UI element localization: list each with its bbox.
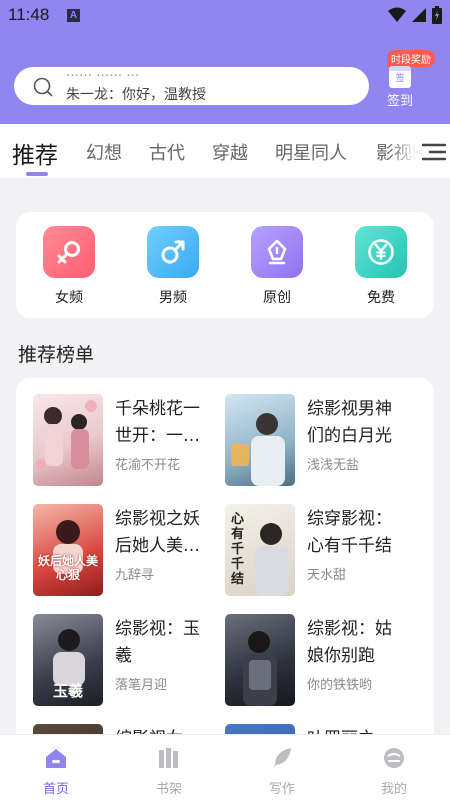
book-author: 落笔月迎: [115, 678, 168, 693]
category-female-label: 女频: [55, 290, 83, 306]
wifi-icon: [388, 7, 406, 22]
book-cover: 玉羲: [33, 614, 103, 706]
calendar-icon: 签: [389, 66, 411, 88]
cover-title-text: 妖后她人美心狠: [37, 554, 98, 582]
menu-icon[interactable]: [422, 141, 446, 163]
signin-label: 签到: [387, 94, 414, 109]
book-title: 千朵桃花一世开：一…: [115, 399, 200, 446]
category-original-label: 原创: [263, 290, 291, 306]
tab-fantasy[interactable]: 幻想: [86, 139, 122, 165]
nav-write[interactable]: 写作: [252, 747, 312, 797]
nav-profile[interactable]: 我的: [364, 747, 424, 797]
active-tab-indicator: [26, 172, 48, 176]
book-cover: 妖后她人美心狠: [33, 504, 103, 596]
tab-time-travel[interactable]: 穿越: [212, 139, 248, 165]
book-item[interactable]: 综影视男神们的白月光 浅浅无盐: [225, 394, 425, 488]
category-free-label: 免费: [367, 290, 395, 306]
bottom-nav: 首页 书架 写作 我的: [0, 734, 450, 801]
cover-title-text: 心有千千结: [231, 512, 245, 587]
book-cover: 心有千千结: [225, 504, 295, 596]
nav-home[interactable]: 首页: [26, 747, 86, 797]
category-original[interactable]: 原创: [251, 226, 303, 307]
category-female[interactable]: 女频: [43, 226, 95, 307]
header: …… …… … 朱一龙：你好，温教授 时段奖励 签 签到: [0, 32, 450, 124]
book-item[interactable]: 综影视：姑娘你别跑 你的铁铁哟: [225, 614, 425, 708]
book-title: 综影视：玉羲: [115, 619, 200, 666]
search-bar[interactable]: …… …… … 朱一龙：你好，温教授: [14, 67, 369, 105]
book-author: 浅浅无盐: [307, 458, 360, 473]
book-item[interactable]: 妖后她人美心狠 综影视之妖后她人美… 九辞寻: [33, 504, 233, 598]
recommend-list: 千朵桃花一世开：一… 花渝不开花 综影视男神们的白月光 浅浅无盐 妖后她人美心狠…: [16, 378, 434, 778]
search-scroll-text-prev: …… …… …: [66, 67, 140, 80]
book-cover: [33, 394, 103, 486]
notification-icon: A: [67, 9, 80, 22]
nav-profile-label: 我的: [380, 782, 407, 797]
home-icon: [46, 749, 66, 768]
signin-button[interactable]: 时段奖励 签 签到: [384, 50, 435, 110]
category-male-label: 男频: [159, 290, 187, 306]
category-free[interactable]: 免费: [355, 226, 407, 307]
book-author: 天水甜: [307, 568, 347, 583]
book-author: 你的铁铁哟: [307, 678, 373, 693]
book-item[interactable]: 心有千千结 综穿影视：心有千千结 天水甜: [225, 504, 425, 598]
bookshelf-icon: [159, 748, 178, 768]
feather-icon: [273, 748, 291, 768]
book-title: 综影视男神们的白月光: [307, 399, 392, 446]
status-time: 11:48: [8, 5, 50, 24]
nav-bookshelf[interactable]: 书架: [139, 747, 199, 797]
book-cover: [225, 394, 295, 486]
book-title: 综影视之妖后她人美…: [115, 509, 200, 556]
status-icons: [388, 6, 442, 24]
book-author: 九辞寻: [115, 568, 155, 583]
nav-write-label: 写作: [268, 782, 295, 797]
nav-home-label: 首页: [42, 782, 69, 797]
tab-recommend[interactable]: 推荐: [12, 136, 58, 170]
signal-icon: [412, 8, 426, 22]
nav-bookshelf-label: 书架: [155, 782, 182, 797]
battery-icon: [432, 6, 442, 24]
book-title: 综穿影视：心有千千结: [307, 509, 392, 556]
cover-title-text: 玉羲: [52, 682, 83, 700]
search-icon: [33, 77, 53, 97]
book-item[interactable]: 玉羲 综影视：玉羲 落笔月迎: [33, 614, 233, 708]
profile-icon: [384, 748, 404, 768]
book-author: 花渝不开花: [115, 458, 181, 473]
status-bar: 11:48 A: [0, 0, 450, 32]
female-icon: [43, 226, 95, 278]
book-cover: [225, 614, 295, 706]
category-shortcuts: 女频 男频 原创 免费: [16, 212, 434, 318]
pen-icon: [251, 226, 303, 278]
tab-ancient[interactable]: 古代: [149, 139, 185, 165]
section-title: 推荐榜单: [18, 344, 95, 366]
male-icon: [147, 226, 199, 278]
book-title: 综影视：姑娘你别跑: [307, 619, 392, 666]
reward-badge: 时段奖励: [387, 50, 435, 67]
search-suggestion: 朱一龙：你好，温教授: [66, 87, 206, 103]
category-tabs: 推荐 幻想 古代 穿越 明星同人 影视同人: [0, 124, 450, 178]
tab-celebrity-fanfic[interactable]: 明星同人: [275, 139, 347, 165]
category-male[interactable]: 男频: [147, 226, 199, 307]
book-item[interactable]: 千朵桃花一世开：一… 花渝不开花: [33, 394, 233, 488]
yen-icon: [355, 226, 407, 278]
